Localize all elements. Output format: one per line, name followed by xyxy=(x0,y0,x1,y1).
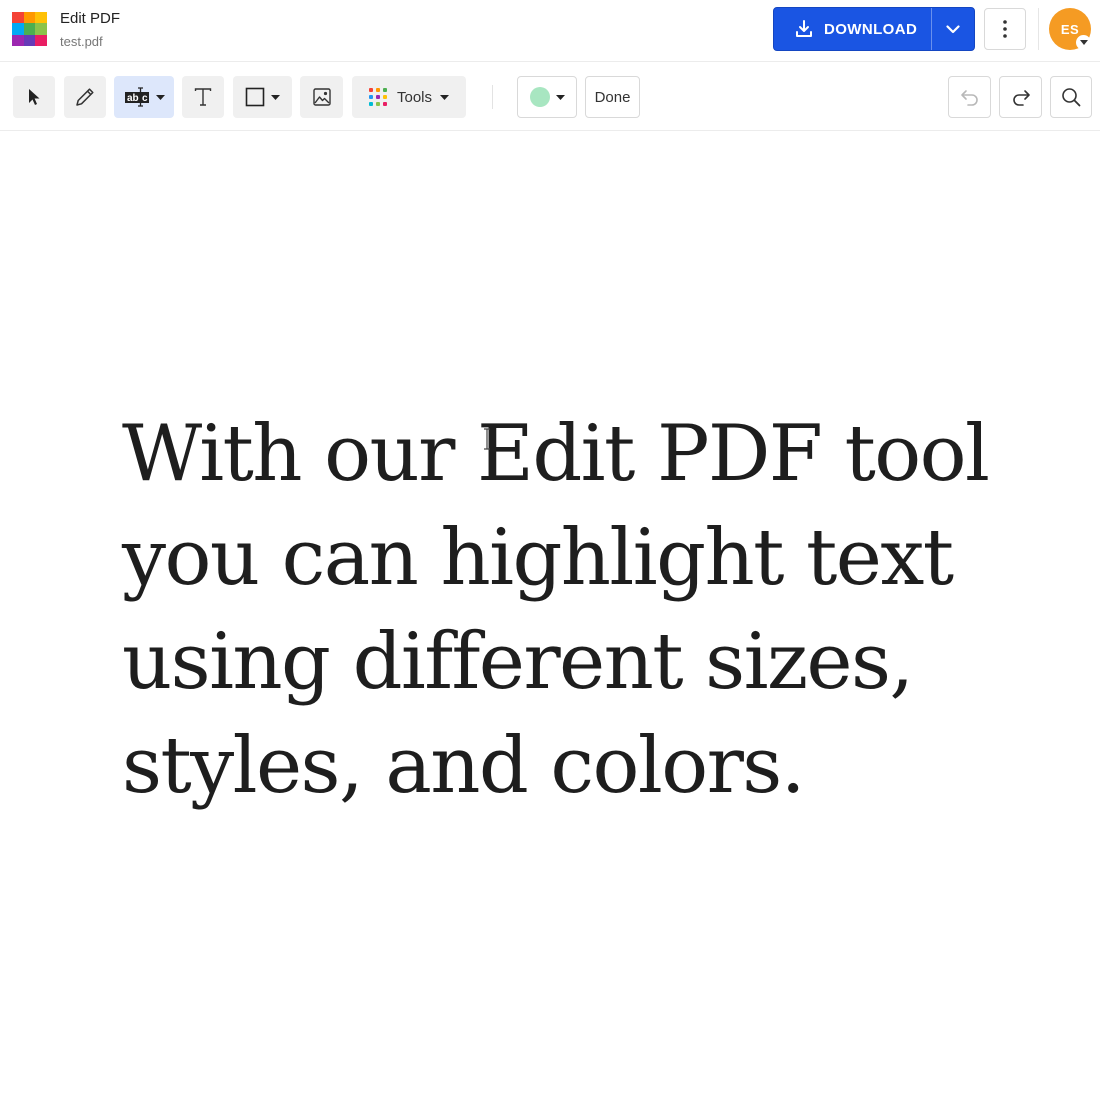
highlight-text-tool-button[interactable]: ab c xyxy=(114,76,174,118)
text-cursor-icon xyxy=(484,428,490,450)
tools-menu-button[interactable]: Tools xyxy=(352,76,466,118)
caret-down-icon xyxy=(555,94,565,100)
highlight-text-icon: ab c xyxy=(124,87,149,107)
select-tool-button[interactable] xyxy=(13,76,55,118)
text-icon xyxy=(194,88,212,106)
svg-text:ab: ab xyxy=(127,93,139,104)
text-line[interactable]: using different sizes, xyxy=(122,610,1022,714)
search-icon xyxy=(1062,88,1081,107)
undo-icon xyxy=(960,90,978,106)
cursor-arrow-icon xyxy=(29,89,40,105)
done-label: Done xyxy=(594,88,631,106)
avatar-menu-badge[interactable] xyxy=(1076,35,1091,50)
app-logo xyxy=(12,12,47,46)
tools-menu-label: Tools xyxy=(396,88,433,106)
rectangle-icon xyxy=(245,87,265,107)
caret-down-icon xyxy=(271,94,280,100)
avatar-initials: ES xyxy=(1060,21,1080,37)
toolbar-divider xyxy=(492,85,493,109)
add-text-tool-button[interactable] xyxy=(182,76,224,118)
text-line[interactable]: With our Edit PDF tool xyxy=(122,402,1022,506)
undo-button[interactable] xyxy=(948,76,991,118)
caret-down-icon xyxy=(440,94,450,100)
shape-tool-button[interactable] xyxy=(233,76,292,118)
draw-tool-button[interactable] xyxy=(64,76,106,118)
done-button[interactable]: Done xyxy=(585,76,640,118)
download-icon xyxy=(796,20,812,37)
app-header: Edit PDF test.pdf DOWNLOAD ES xyxy=(0,0,1100,62)
redo-button[interactable] xyxy=(999,76,1042,118)
pdf-page-text[interactable]: With our Edit PDF tool you can highlight… xyxy=(122,402,1022,818)
download-label: DOWNLOAD xyxy=(824,20,918,38)
color-swatch xyxy=(529,87,550,107)
app-title: Edit PDF xyxy=(60,10,121,27)
more-options-button[interactable] xyxy=(984,8,1026,50)
caret-down-icon xyxy=(1079,40,1088,45)
add-image-tool-button[interactable] xyxy=(300,76,343,118)
text-line[interactable]: styles, and colors. xyxy=(122,714,1022,818)
edit-toolbar: ab c Tools Done xyxy=(0,63,1100,131)
text-line[interactable]: you can highlight text xyxy=(122,506,1022,610)
highlight-color-picker[interactable] xyxy=(517,76,577,118)
search-button[interactable] xyxy=(1050,76,1092,118)
tools-grid-icon xyxy=(368,88,387,106)
caret-down-icon xyxy=(155,94,165,100)
file-name[interactable]: test.pdf xyxy=(60,34,103,49)
download-options-button[interactable] xyxy=(932,8,974,50)
download-main-action[interactable]: DOWNLOAD xyxy=(774,8,931,50)
chevron-down-icon xyxy=(946,24,960,33)
pencil-icon xyxy=(76,88,94,106)
more-vertical-icon xyxy=(1003,20,1007,38)
download-button[interactable]: DOWNLOAD xyxy=(773,7,975,51)
image-icon xyxy=(312,88,331,106)
redo-icon xyxy=(1012,90,1030,106)
header-divider xyxy=(1038,8,1039,50)
svg-text:c: c xyxy=(142,93,148,104)
